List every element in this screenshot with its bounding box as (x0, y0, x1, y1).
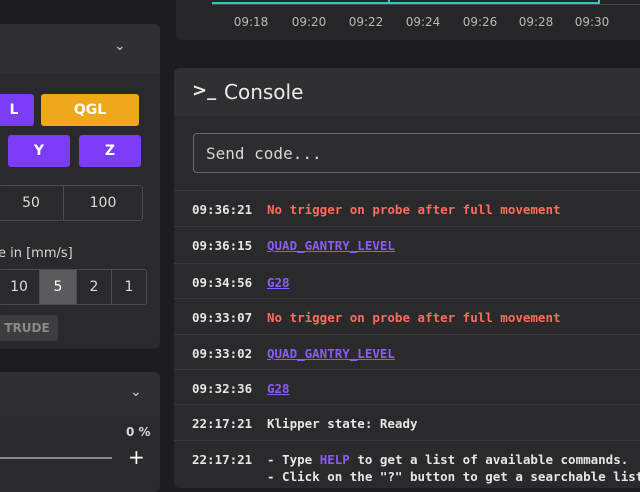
x-tick-label: 09:30 (574, 15, 610, 29)
speed-option[interactable]: 2 (76, 269, 112, 305)
qgl-button[interactable]: QGL (41, 94, 139, 126)
distance-option[interactable]: 50 (0, 185, 64, 221)
entry-command-link[interactable]: G28 (267, 381, 290, 396)
entry-time: 09:36:15 (192, 238, 253, 253)
x-tick-label: 09:28 (518, 15, 554, 29)
entry-message: - Type HELP to get a list of available c… (267, 452, 628, 467)
home-all-button[interactable]: L (0, 94, 34, 126)
console-header: >_ Console (174, 68, 640, 116)
terminal-icon: >_ (192, 80, 217, 101)
console-entry: 09:36:15 QUAD_GANTRY_LEVEL (174, 226, 640, 263)
percent-value: 0 % (126, 425, 151, 439)
entry-command-link[interactable]: G28 (267, 275, 290, 290)
entry-message-line2: - Click on the "?" button to get a searc… (267, 469, 640, 484)
x-tick-label: 09:18 (233, 15, 269, 29)
entry-message: No trigger on probe after full movement (267, 202, 561, 217)
entry-command-link[interactable]: QUAD_GANTRY_LEVEL (267, 346, 395, 361)
x-tick-label: 09:24 (405, 15, 441, 29)
speed-option[interactable]: 1 (111, 269, 147, 305)
console-entry: 09:36:21 No trigger on probe after full … (174, 190, 640, 227)
speed-option-active[interactable]: 5 (39, 269, 77, 305)
console-entry: 22:17:21 Klipper state: Ready (174, 404, 640, 441)
speed-label: e in [mm/s] (0, 246, 73, 261)
chart-x-axis (212, 4, 640, 5)
entry-time: 09:34:56 (192, 275, 253, 290)
chart-series-edge (388, 0, 390, 4)
console-entry: 09:32:36 G28 (174, 369, 640, 406)
home-z-button[interactable]: Z (79, 135, 141, 167)
help-keyword-link[interactable]: HELP (320, 452, 350, 467)
chart-series-edge (598, 0, 600, 4)
send-code-input[interactable] (193, 133, 640, 173)
console-entry-help: 22:17:21 - Type HELP to get a list of av… (174, 440, 640, 485)
chevron-down-icon[interactable]: ⌄ (114, 38, 126, 54)
entry-time: 22:17:21 (192, 452, 253, 467)
value-slider[interactable] (0, 457, 112, 459)
entry-time: 22:17:21 (192, 416, 253, 431)
speed-option[interactable]: 10 (0, 269, 40, 305)
x-tick-label: 09:26 (462, 15, 498, 29)
entry-time: 09:33:02 (192, 346, 253, 361)
entry-message: No trigger on probe after full movement (267, 310, 561, 325)
chevron-down-icon[interactable]: ⌄ (130, 384, 142, 400)
help-text-suffix: to get a list of available commands. (349, 452, 629, 467)
entry-time: 09:36:21 (192, 202, 253, 217)
console-entry: 09:33:07 No trigger on probe after full … (174, 298, 640, 335)
console-entry: 09:33:02 QUAD_GANTRY_LEVEL (174, 334, 640, 371)
entry-command-link[interactable]: QUAD_GANTRY_LEVEL (267, 238, 395, 253)
console-title: Console (224, 80, 304, 104)
home-y-button[interactable]: Y (8, 135, 70, 167)
extrude-button[interactable]: TRUDE (0, 315, 58, 341)
console-entry: 09:34:56 G28 (174, 263, 640, 300)
x-tick-label: 09:22 (348, 15, 384, 29)
distance-option[interactable]: 100 (63, 185, 143, 221)
second-panel-header: ⌄ (0, 372, 160, 416)
toolhead-panel-header: ⌄ (0, 24, 160, 74)
entry-message: Klipper state: Ready (267, 416, 418, 431)
plus-icon[interactable]: + (128, 445, 145, 469)
help-text-prefix: - Type (267, 452, 320, 467)
x-tick-label: 09:20 (291, 15, 327, 29)
entry-time: 09:33:07 (192, 310, 253, 325)
temperature-chart: 09:18 09:20 09:22 09:24 09:26 09:28 09:3… (176, 0, 640, 40)
entry-time: 09:32:36 (192, 381, 253, 396)
